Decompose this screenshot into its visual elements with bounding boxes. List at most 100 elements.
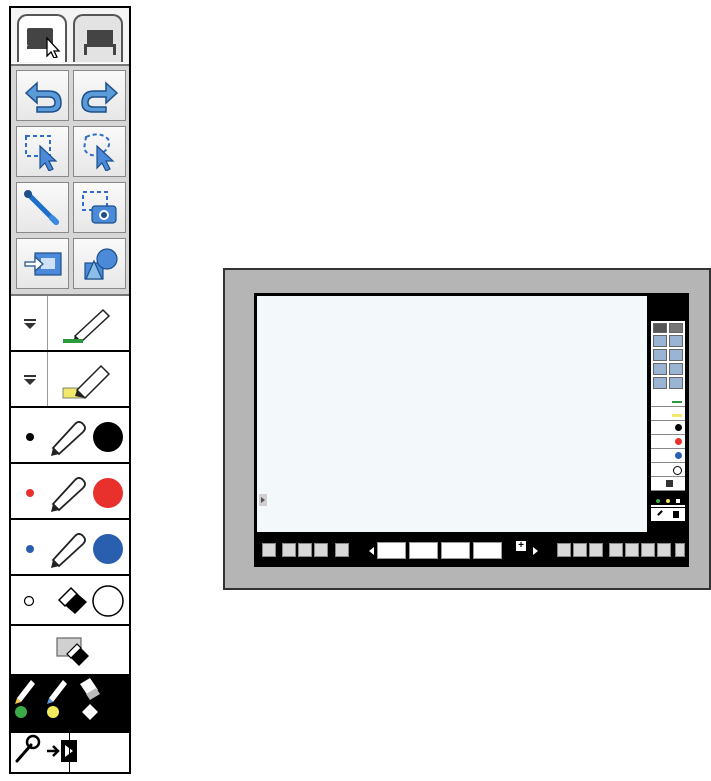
blue-pen-icon	[51, 533, 86, 568]
bar-tool-icon[interactable]	[282, 543, 296, 557]
red-color-swatch-icon	[93, 478, 123, 508]
mini-bottom-row[interactable]	[651, 507, 685, 522]
undo-icon	[24, 81, 62, 113]
rectangle-select-icon	[25, 135, 58, 171]
highlighter-icon	[62, 364, 111, 400]
whiteboard-canvas[interactable]	[257, 296, 647, 532]
mini-image-icon[interactable]	[653, 377, 667, 389]
floating-toolbar	[9, 6, 131, 774]
settings-wrench-icon[interactable]	[11, 733, 41, 765]
mini-pen-row[interactable]	[651, 449, 685, 463]
side-expand-arrow-icon[interactable]	[259, 494, 267, 506]
page-thumbnail[interactable]	[441, 542, 470, 559]
eraser-icon[interactable]	[76, 676, 104, 722]
redo-button[interactable]	[73, 70, 126, 121]
rectangle-select-button[interactable]	[16, 126, 69, 177]
exit-icon[interactable]	[45, 737, 83, 765]
add-page-button[interactable]: +	[515, 540, 527, 552]
mini-tab-icon[interactable]	[653, 323, 667, 333]
screen-capture-button[interactable]	[73, 182, 126, 233]
clear-page-icon	[56, 637, 89, 666]
green-pen-icon	[63, 308, 111, 344]
freeform-select-icon	[82, 133, 115, 171]
insert-image-icon	[24, 252, 62, 276]
yellow-highlighter-icon[interactable]	[43, 676, 71, 722]
black-color-swatch-icon	[93, 422, 123, 452]
shapes-icon	[84, 248, 118, 280]
small-hollow-dot-icon	[23, 595, 35, 607]
dropdown-icon[interactable]	[23, 318, 37, 330]
freeform-select-button[interactable]	[73, 126, 126, 177]
previous-page-icon[interactable]	[369, 547, 374, 555]
row-divider	[47, 296, 48, 350]
blue-pen-row[interactable]	[11, 520, 129, 576]
black-pen-row[interactable]	[11, 408, 129, 464]
redo-icon	[81, 81, 119, 113]
white-color-swatch-icon	[92, 585, 124, 617]
mini-clear-row[interactable]	[651, 477, 685, 491]
toolbar-bottom-row	[11, 732, 129, 772]
bar-tool-icon[interactable]	[262, 543, 276, 557]
bar-tool-icon[interactable]	[557, 543, 571, 557]
quick-tools-row	[11, 676, 129, 732]
page-thumbnail[interactable]	[409, 542, 438, 559]
red-pen-icon	[51, 477, 86, 512]
bar-tool-icon[interactable]	[314, 543, 328, 557]
whiteboard-frame: +	[223, 268, 711, 590]
whiteboard-screen: +	[254, 293, 689, 567]
clear-page-row[interactable]	[11, 626, 129, 676]
dropdown-icon[interactable]	[23, 374, 37, 386]
insert-image-button[interactable]	[16, 238, 69, 289]
shapes-button[interactable]	[73, 238, 126, 289]
mini-pen-row[interactable]	[651, 435, 685, 449]
tab-whiteboard-mode[interactable]	[73, 14, 123, 62]
page-thumbnail[interactable]	[377, 542, 406, 559]
bar-tool-icon[interactable]	[657, 543, 671, 557]
whiteboard-mode-icon	[84, 30, 116, 55]
tab-pointer-mode[interactable]	[17, 14, 67, 62]
bar-tool-icon[interactable]	[641, 543, 655, 557]
bar-tool-icon[interactable]	[573, 543, 587, 557]
page-thumbnail[interactable]	[473, 542, 502, 559]
bar-tool-icon[interactable]	[298, 543, 312, 557]
page-navigation-bar: +	[257, 539, 687, 563]
mini-pen-row[interactable]	[651, 421, 685, 435]
mini-select-icon[interactable]	[653, 349, 667, 361]
mini-select-icon[interactable]	[669, 349, 683, 361]
pen-stroke-icon	[24, 190, 60, 226]
pointer-mode-icon	[27, 28, 61, 58]
highlighter-row[interactable]	[11, 352, 129, 408]
bar-tool-icon[interactable]	[625, 543, 639, 557]
mini-eraser-row[interactable]	[651, 463, 685, 477]
mini-pen-icon[interactable]	[653, 363, 667, 375]
bar-tool-icon[interactable]	[609, 543, 623, 557]
pen-stroke-button[interactable]	[16, 182, 69, 233]
toolbar-tabs	[11, 8, 129, 63]
undo-button[interactable]	[16, 70, 69, 121]
next-page-icon[interactable]	[533, 547, 538, 555]
small-red-dot-icon	[26, 489, 34, 497]
bottom-divider	[69, 733, 70, 772]
small-blue-dot-icon	[26, 545, 34, 553]
mini-pen-row[interactable]	[651, 393, 685, 407]
green-pen-row[interactable]	[11, 296, 129, 352]
small-black-dot-icon	[26, 433, 34, 441]
bar-tool-icon[interactable]	[589, 543, 603, 557]
green-pen-icon[interactable]	[11, 676, 39, 722]
mini-shapes-icon[interactable]	[669, 377, 683, 389]
mini-undo-icon[interactable]	[653, 335, 667, 347]
mini-quick-tools[interactable]	[651, 491, 685, 505]
blue-color-swatch-icon	[93, 534, 123, 564]
screen-capture-icon	[82, 191, 117, 224]
red-pen-row[interactable]	[11, 464, 129, 520]
mini-tab-icon[interactable]	[669, 323, 683, 333]
row-divider	[47, 352, 48, 406]
mini-capture-icon[interactable]	[669, 363, 683, 375]
eraser-icon	[57, 586, 87, 614]
mini-redo-icon[interactable]	[669, 335, 683, 347]
bar-tool-icon[interactable]	[335, 543, 349, 557]
mini-pen-row[interactable]	[651, 407, 685, 421]
mini-toolbar	[651, 321, 685, 521]
help-icon[interactable]	[675, 543, 685, 557]
eraser-row[interactable]	[11, 576, 129, 626]
